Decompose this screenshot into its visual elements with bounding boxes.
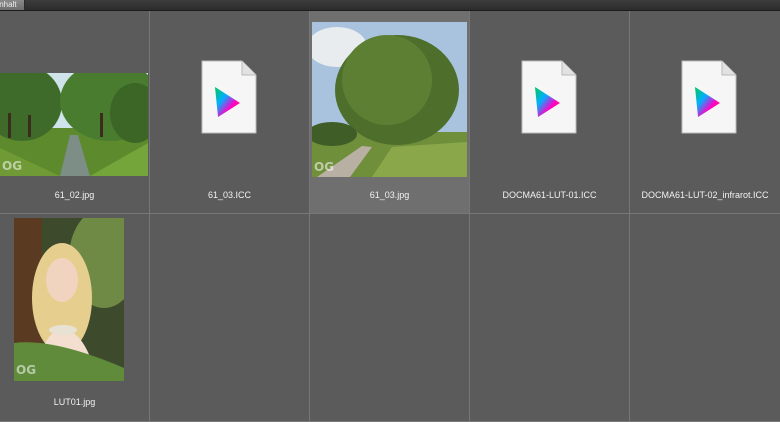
file-name-label: LUT01.jpg (53, 397, 96, 407)
thumbnail-image: OG (0, 73, 148, 176)
empty-cell (470, 214, 630, 422)
thumbnail-image: OG (14, 218, 124, 381)
tab-content[interactable]: Inhalt (0, 0, 25, 10)
file-name-label: 61_03.ICC (207, 190, 252, 200)
icc-color-profile-icon (681, 60, 737, 134)
file-name-label: 61_02.jpg (54, 190, 95, 200)
icc-color-profile-icon (521, 60, 577, 134)
file-name-label: DOCMA61-LUT-01.ICC (502, 190, 597, 200)
panel-header-bar: Inhalt (0, 0, 780, 11)
empty-cell (630, 214, 780, 422)
file-item-docma61-lut-01-icc[interactable]: DOCMA61-LUT-01.ICC (470, 11, 630, 214)
watermark-logo: OG (16, 363, 37, 377)
file-item-61-03-jpg[interactable]: OG 61_03.jpg (310, 11, 470, 214)
file-item-61-02-jpg[interactable]: OG 61_02.jpg (0, 11, 150, 214)
watermark-logo: OG (314, 160, 335, 174)
file-item-docma61-lut-02-infrarot-icc[interactable]: DOCMA61-LUT-02_infrarot.ICC (630, 11, 780, 214)
file-item-lut01-jpg[interactable]: OG LUT01.jpg (0, 214, 150, 422)
icc-color-profile-icon (201, 60, 257, 134)
watermark-logo: OG (2, 159, 23, 173)
content-grid: OG 61_02.jpg 61_03.ICC OG 61_03.jpg DOCM… (0, 11, 780, 422)
empty-cell (150, 214, 310, 422)
file-name-label: DOCMA61-LUT-02_infrarot.ICC (641, 190, 769, 200)
thumbnail-image: OG (312, 22, 467, 177)
file-name-label: 61_03.jpg (369, 190, 410, 200)
file-item-61-03-icc[interactable]: 61_03.ICC (150, 11, 310, 214)
empty-cell (310, 214, 470, 422)
